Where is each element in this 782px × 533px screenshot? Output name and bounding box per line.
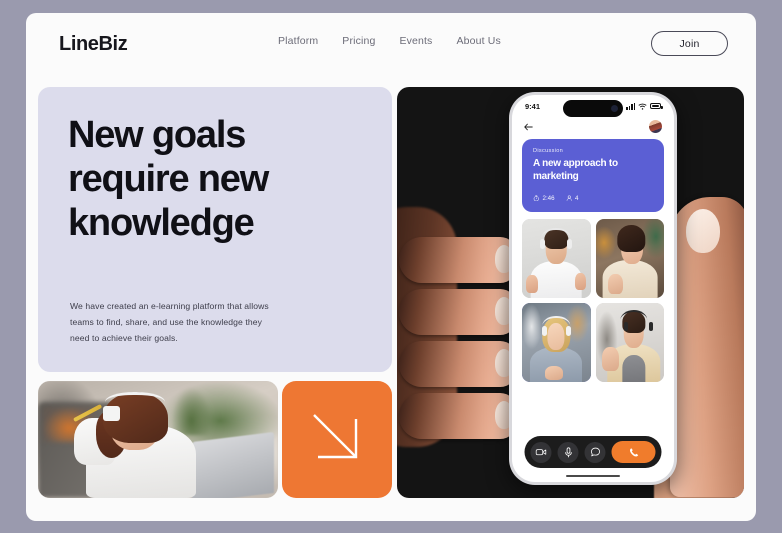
discussion-label: Discussion bbox=[533, 148, 564, 154]
tile-earcup-left bbox=[541, 326, 547, 336]
tile-earcup-right bbox=[567, 239, 573, 250]
hand-left bbox=[397, 237, 521, 498]
participant-tile-3[interactable] bbox=[522, 302, 591, 382]
user-avatar[interactable] bbox=[649, 120, 662, 133]
participant-tile-1[interactable] bbox=[522, 218, 591, 298]
tile-earcup-right bbox=[648, 321, 654, 332]
phone-device: 9:41 Discussion A new approach to market… bbox=[509, 92, 677, 485]
microphone-button[interactable] bbox=[557, 441, 579, 463]
page-container: LineBiz Platform Pricing Events About Us… bbox=[26, 13, 756, 521]
nav-link-pricing[interactable]: Pricing bbox=[342, 35, 375, 47]
photo-plant bbox=[172, 388, 211, 435]
phone-app-header bbox=[512, 117, 674, 139]
arrow-cta-tile[interactable] bbox=[282, 381, 392, 498]
join-button[interactable]: Join bbox=[651, 31, 728, 56]
discussion-timer-value: 2:46 bbox=[542, 194, 555, 202]
hero-card: New goals require new knowledge We have … bbox=[38, 87, 392, 372]
chat-button[interactable] bbox=[584, 441, 606, 463]
nav-link-platform[interactable]: Platform bbox=[278, 35, 318, 47]
phone-status-bar: 9:41 bbox=[512, 95, 674, 117]
tile-hair bbox=[617, 224, 645, 252]
hero-paragraph: We have created an e-learning platform t… bbox=[70, 301, 269, 344]
phone-hero-panel: 9:41 Discussion A new approach to market… bbox=[397, 87, 744, 498]
arrow-down-right-icon bbox=[313, 414, 358, 459]
tile-earcup-left bbox=[623, 321, 628, 332]
microphone-icon bbox=[564, 446, 572, 457]
tile-earcup-right bbox=[565, 326, 571, 336]
video-camera-button[interactable] bbox=[530, 441, 552, 463]
dynamic-island bbox=[563, 100, 623, 117]
discussion-participants: 4 bbox=[566, 195, 579, 202]
tile-earcup-left bbox=[540, 239, 546, 250]
finger-1 bbox=[399, 237, 517, 283]
tile-inner-shirt bbox=[622, 354, 646, 382]
front-camera-icon bbox=[611, 105, 618, 112]
participant-tile-4[interactable] bbox=[595, 302, 664, 382]
phone-screen: 9:41 Discussion A new approach to market… bbox=[512, 95, 674, 482]
participant-tile-2[interactable] bbox=[595, 218, 664, 298]
call-controls bbox=[524, 436, 662, 468]
nav-links: Platform Pricing Events About Us bbox=[278, 35, 501, 47]
hero-heading: New goals require new knowledge bbox=[68, 114, 269, 245]
thumbnail bbox=[686, 209, 720, 253]
tile-hand-right bbox=[575, 273, 587, 290]
cellular-signal-icon bbox=[626, 102, 635, 110]
discussion-timer: 2:46 bbox=[533, 195, 555, 202]
tile-hands bbox=[545, 365, 564, 381]
stopwatch-icon bbox=[533, 195, 539, 202]
battery-icon bbox=[650, 103, 663, 109]
end-call-button[interactable] bbox=[611, 441, 656, 463]
tile-face bbox=[547, 323, 565, 350]
status-time: 9:41 bbox=[525, 101, 541, 111]
home-indicator bbox=[566, 474, 620, 477]
tile-body bbox=[530, 261, 582, 298]
chat-bubble-icon bbox=[590, 447, 600, 457]
person-icon bbox=[566, 195, 572, 201]
top-navigation: LineBiz Platform Pricing Events About Us… bbox=[26, 13, 756, 75]
back-arrow-icon[interactable] bbox=[524, 123, 533, 131]
nav-link-events[interactable]: Events bbox=[399, 35, 432, 47]
finger-4 bbox=[399, 393, 517, 439]
discussion-participants-value: 4 bbox=[575, 194, 579, 202]
video-camera-icon bbox=[535, 449, 547, 456]
finger-3 bbox=[399, 341, 517, 387]
wifi-icon bbox=[638, 103, 647, 110]
discussion-title: A new approach to marketing bbox=[533, 158, 618, 182]
tile-waving-hand bbox=[602, 346, 619, 371]
tile-hand-left bbox=[526, 275, 538, 293]
tile-hand bbox=[607, 273, 623, 295]
brand-logo[interactable]: LineBiz bbox=[59, 33, 128, 56]
end-call-icon bbox=[629, 447, 638, 457]
finger-2 bbox=[399, 289, 517, 335]
photo-card bbox=[38, 381, 278, 498]
discussion-card[interactable]: Discussion A new approach to marketing 2… bbox=[522, 139, 664, 212]
photo-laptop bbox=[191, 432, 274, 498]
discussion-meta: 2:46 4 bbox=[533, 195, 653, 202]
thumb-right bbox=[670, 197, 744, 497]
participant-grid bbox=[522, 218, 664, 382]
photo-headphones-earcup bbox=[102, 405, 120, 421]
status-icons bbox=[626, 102, 663, 110]
nav-link-about-us[interactable]: About Us bbox=[456, 35, 500, 47]
